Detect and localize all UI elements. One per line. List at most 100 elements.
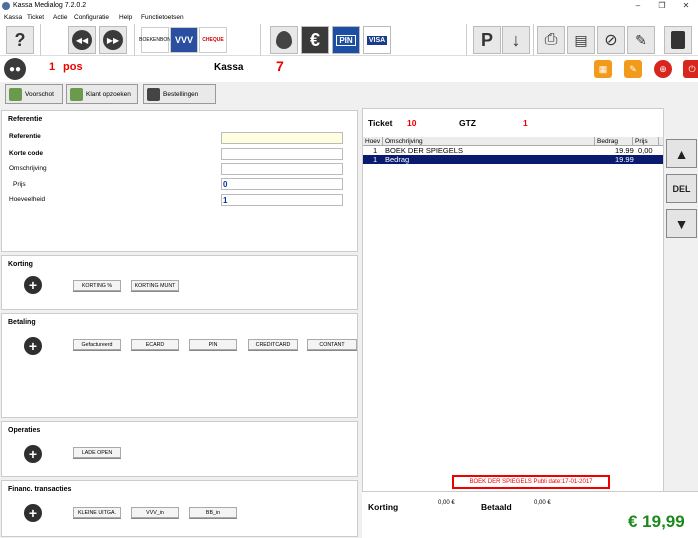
vvv-button[interactable]: VVV xyxy=(170,27,198,53)
menu-help[interactable]: Help xyxy=(119,14,132,21)
omschrijving-input[interactable] xyxy=(221,163,343,175)
table-row[interactable]: 1 BOEK DER SPIEGELS 19.99 0,00 xyxy=(363,146,663,155)
add-betaling-icon[interactable]: + xyxy=(24,337,42,355)
add-operatie-icon[interactable]: + xyxy=(24,445,42,463)
referentie-label: Referentie xyxy=(9,133,41,140)
prev-button[interactable]: ◀◀ xyxy=(68,26,96,54)
korting-percent-button[interactable]: KORTING % xyxy=(73,280,121,291)
power-button[interactable]: ⏻ xyxy=(683,60,698,78)
print-button[interactable]: ⎙ xyxy=(537,26,565,54)
euro-icon: € xyxy=(309,29,320,50)
receipt-icon: ✎ xyxy=(629,63,637,74)
menu-kassa[interactable]: Kassa xyxy=(4,14,22,21)
cheque-logo: CHEQUE xyxy=(202,37,224,43)
park-button[interactable]: P xyxy=(473,26,501,54)
cash-button[interactable]: € xyxy=(301,26,329,54)
col-hoev[interactable]: Hoev xyxy=(363,137,383,146)
col-prijs[interactable]: Prijs xyxy=(633,137,659,146)
printer-icon: ⎙ xyxy=(544,31,558,48)
triangle-down-icon: ▼ xyxy=(674,215,689,232)
toolbar: ? ◀◀ ▶▶ BOEKENBON VVV CHEQUE € PIN VISA … xyxy=(0,24,698,56)
row-qty: 1 xyxy=(373,146,378,155)
bb-in-button[interactable]: BB_in xyxy=(189,507,237,518)
close-icon[interactable]: ✕ xyxy=(677,1,695,10)
korting-panel: Korting + KORTING % KORTING MUNT xyxy=(1,255,358,310)
omschrijving-label: Omschrijving xyxy=(9,165,47,172)
ticket-table: Hoev Omschrijving Bedrag Prijs 1 BOEK DE… xyxy=(363,137,663,164)
row-amount: 19.99 xyxy=(615,146,634,155)
pos-count: 1 xyxy=(49,61,56,73)
document-button[interactable]: ▤ xyxy=(567,26,595,54)
kleine-uitgaven-button[interactable]: KLEINE UITGA. xyxy=(73,507,121,518)
ecard-button[interactable]: ECARD xyxy=(131,339,179,350)
financ-panel: Financ. transacties + KLEINE UITGA. VVV_… xyxy=(1,480,358,537)
hoeveelheid-input[interactable]: 1 xyxy=(221,194,343,206)
row-amount: 19.99 xyxy=(615,155,634,164)
book-button[interactable] xyxy=(664,26,692,54)
location-button[interactable] xyxy=(270,26,298,54)
help-button[interactable]: ? xyxy=(6,26,34,54)
boekenbon-button[interactable]: BOEKENBON xyxy=(139,27,171,53)
add-financ-icon[interactable]: + xyxy=(24,504,42,522)
betaald-value: 0,00 € xyxy=(534,500,551,506)
menu-actie[interactable]: Actie xyxy=(53,14,67,21)
gefactureerd-button[interactable]: Gefactureerd xyxy=(73,339,121,350)
rewind-icon: ◀◀ xyxy=(72,30,92,50)
basket-button[interactable]: ▦ xyxy=(594,60,612,78)
next-button[interactable]: ▶▶ xyxy=(99,26,127,54)
referentie-panel: Referentie Referentie Korte code Omschri… xyxy=(1,110,358,252)
delete-button[interactable]: DEL xyxy=(666,174,697,203)
restore-icon[interactable]: ❐ xyxy=(653,1,671,10)
bestellingen-button[interactable]: Bestellingen xyxy=(143,84,216,104)
gtz-value: 1 xyxy=(523,118,528,128)
korte-code-input[interactable] xyxy=(221,148,343,160)
cancel-button[interactable]: ⊘ xyxy=(597,26,625,54)
customer-button[interactable]: ●● xyxy=(4,58,26,80)
ticket-number: 10 xyxy=(407,118,417,128)
boekenbon-logo: BOEKENBON xyxy=(139,37,171,43)
pos-label: pos xyxy=(63,61,83,73)
col-omschrijving[interactable]: Omschrijving xyxy=(383,137,595,146)
creditcard-pay-button[interactable]: CREDITCARD xyxy=(248,339,298,350)
table-row[interactable]: 1 Bedrag 19.99 xyxy=(363,155,663,164)
financ-title: Financ. transacties xyxy=(8,486,72,493)
prijs-input[interactable]: 0 xyxy=(221,178,343,190)
download-button[interactable]: ↓ xyxy=(502,26,530,54)
pencil-icon: ✎ xyxy=(635,31,647,48)
pin-pay-button[interactable]: PIN xyxy=(189,339,237,350)
korting-munt-button[interactable]: KORTING MUNT xyxy=(131,280,179,291)
status-row: ●● 1 pos Kassa 7 ▦ ✎ ⊕ ⏻ xyxy=(0,56,698,82)
parking-icon: P xyxy=(480,29,493,50)
receipt-button[interactable]: ✎ xyxy=(624,60,642,78)
contant-button[interactable]: CONTANT xyxy=(307,339,357,350)
pin-button[interactable]: PIN xyxy=(332,26,360,54)
search-customer-icon xyxy=(70,87,83,101)
divider xyxy=(134,24,135,56)
arrow-down-icon: ↓ xyxy=(511,29,521,50)
col-bedrag[interactable]: Bedrag xyxy=(595,137,633,146)
minimize-icon[interactable]: – xyxy=(629,1,647,10)
creditcard-button[interactable]: VISA xyxy=(363,26,391,54)
scroll-down-button[interactable]: ▼ xyxy=(666,209,697,238)
cheque-button[interactable]: CHEQUE xyxy=(199,27,227,53)
orders-icon xyxy=(147,87,160,101)
add-korting-icon[interactable]: + xyxy=(24,276,42,294)
globe-button[interactable]: ⊕ xyxy=(654,60,672,78)
row-desc: Bedrag xyxy=(385,155,410,164)
vvv-in-button[interactable]: VVV_in xyxy=(131,507,179,518)
scroll-up-button[interactable]: ▲ xyxy=(666,139,697,168)
menu-configuratie[interactable]: Configuratie xyxy=(74,14,109,21)
voorschot-button[interactable]: Voorschot xyxy=(5,84,63,104)
lade-open-button[interactable]: LADE OPEN xyxy=(73,447,121,458)
menu-ticket[interactable]: Ticket xyxy=(27,14,44,21)
klant-opzoeken-button[interactable]: Klant opzoeken xyxy=(66,84,138,104)
menu-functietoetsen[interactable]: Functietoetsen xyxy=(141,14,184,21)
vvv-logo: VVV xyxy=(174,35,193,45)
users-icon: ●● xyxy=(8,63,22,75)
app-icon xyxy=(2,2,10,10)
edit-button[interactable]: ✎ xyxy=(627,26,655,54)
referentie-input[interactable] xyxy=(221,132,343,144)
cancel-icon: ⊘ xyxy=(604,32,618,49)
klant-opzoeken-label: Klant opzoeken xyxy=(86,90,131,98)
document-icon: ▤ xyxy=(574,31,588,48)
